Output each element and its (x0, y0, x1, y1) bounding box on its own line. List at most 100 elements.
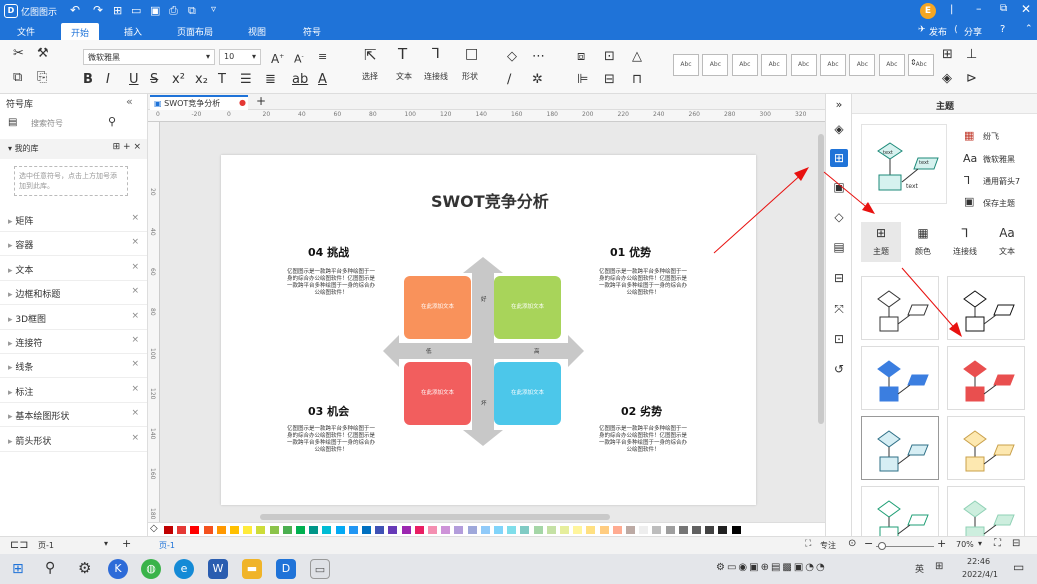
palette-color[interactable] (626, 526, 635, 534)
palette-color[interactable] (692, 526, 701, 534)
focus-mode-button[interactable]: 专注 (820, 540, 836, 551)
shape-tool-label[interactable]: 形状 (462, 71, 478, 82)
palette-color[interactable] (573, 526, 583, 534)
system-tray-icons[interactable]: ⚙▭◉▣⊕▤▩▣◔◔ (716, 562, 827, 573)
palette-color[interactable] (599, 526, 609, 534)
my-library-header[interactable]: ▾ 我的库 ⊞ + × (0, 139, 147, 159)
save-theme-button[interactable]: 保存主题 (983, 198, 1015, 209)
bold-icon[interactable]: B (83, 73, 93, 87)
quadrant-body-opportunities[interactable]: 亿图图示是一款跨平台多种绘图于一身的综合办公绘图软件！亿图图示是一款跨平台多种绘… (285, 426, 377, 454)
palette-color[interactable] (678, 526, 688, 534)
remove-library-icon[interactable]: × (131, 262, 139, 272)
quadrant-body-strengths[interactable]: 亿图图示是一款跨平台多种绘图于一身的综合办公绘图软件！亿图图示是一款跨平台多种绘… (597, 269, 689, 297)
style-swatch[interactable]: Abc (731, 54, 758, 76)
restore-icon[interactable]: ⧉ (1000, 3, 1007, 14)
expand-panel-icon[interactable]: » (830, 96, 848, 114)
zoom-level[interactable]: 70% (956, 540, 974, 549)
library-item[interactable]: ▸ 箭头形状 × (0, 428, 147, 452)
play-icon[interactable]: ⊙ (848, 538, 856, 549)
decrease-font-icon[interactable]: A- (294, 50, 304, 67)
align-icon[interactable]: ≡ (318, 50, 327, 64)
style-swatch[interactable]: Abc (878, 54, 905, 76)
library-item[interactable]: ▸ 标注 × (0, 379, 147, 403)
library-item[interactable]: ▸ 线条 × (0, 354, 147, 379)
undo-icon[interactable]: ↶ (70, 3, 80, 17)
ime-indicator[interactable]: 英 (915, 562, 924, 575)
palette-color[interactable] (665, 526, 675, 534)
library-item[interactable]: ▸ 矩阵 × (0, 208, 147, 232)
style-swatch[interactable]: Abc (849, 54, 876, 76)
keyboard-icon[interactable]: ⊞ (935, 561, 943, 572)
data-icon[interactable]: ⊟ (830, 269, 848, 287)
tab-view[interactable]: 视图 (248, 25, 266, 38)
line-style-icon[interactable]: ⋯ (532, 50, 545, 64)
quadrant-heading-opportunities[interactable]: 03 机会 (308, 403, 349, 419)
insert-icon[interactable]: ⊥ (966, 48, 977, 62)
palette-color[interactable] (467, 526, 477, 534)
connector-name[interactable]: 通用箭头7 (983, 176, 1020, 187)
palette-color[interactable] (177, 526, 187, 534)
tab-color[interactable]: ▦ 颜色 (903, 222, 943, 262)
open-icon[interactable]: ▭ (131, 4, 141, 17)
document-tab[interactable]: ▣ SWOT竞争分析 ● (150, 95, 248, 110)
theme-option[interactable] (861, 346, 939, 410)
palette-color[interactable] (652, 526, 662, 534)
search-icon[interactable]: ⚲ (45, 560, 55, 576)
palette-color[interactable] (480, 526, 490, 534)
group-icon[interactable]: ⊡ (604, 50, 615, 64)
text-tool-label[interactable]: 文本 (396, 71, 412, 82)
remove-library-icon[interactable]: × (131, 359, 139, 369)
collapse-panel-icon[interactable]: « (126, 95, 133, 108)
quadrant-box-opportunities[interactable]: 在此添加文本 (404, 362, 471, 425)
library-item[interactable]: ▸ 连接符 × (0, 330, 147, 354)
more-icon[interactable]: ⊳ (966, 72, 977, 86)
windows-start-icon[interactable]: ⊞ (12, 561, 24, 577)
connector-style-icon[interactable]: ⤧ (830, 300, 848, 318)
remove-library-icon[interactable]: × (131, 286, 139, 296)
line-color-icon[interactable]: ∕ (507, 73, 511, 87)
palette-color[interactable] (428, 526, 437, 534)
publish-button[interactable]: 发布 (929, 25, 947, 38)
publish-icon[interactable]: ✈ (918, 25, 926, 35)
page-setup-icon[interactable]: ▤ (830, 238, 848, 256)
page-layout-icon[interactable]: ⊏⊐ (10, 538, 28, 551)
page-tab[interactable]: 页-1 (159, 540, 175, 551)
flip-icon[interactable]: △ (632, 50, 642, 64)
format-icon[interactable]: ◈ (942, 72, 952, 86)
screen-icon[interactable]: ▭ (310, 559, 330, 579)
tab-theme[interactable]: ⊞ 主题 (861, 222, 901, 262)
app-k-icon[interactable]: K (108, 559, 128, 579)
edraw-icon[interactable]: D (276, 559, 296, 579)
remove-library-icon[interactable]: × (131, 408, 139, 418)
export-icon[interactable]: ⧉ (188, 4, 196, 18)
palette-color[interactable] (441, 526, 451, 534)
chevron-down-icon[interactable]: ▾ (104, 539, 108, 548)
text-tool-icon[interactable]: T (398, 47, 407, 62)
subscript-icon[interactable]: x₂ (195, 73, 208, 87)
library-item[interactable]: ▸ 边框和标题 × (0, 281, 147, 306)
palette-color[interactable] (612, 526, 622, 534)
palette-color[interactable] (256, 526, 266, 534)
color-scheme-name[interactable]: 纷飞 (983, 131, 999, 142)
font-size-select[interactable]: 10 ▾ (219, 49, 261, 65)
tab-insert[interactable]: 插入 (124, 25, 142, 38)
italic-icon[interactable]: I (106, 73, 110, 87)
quadrant-body-weaknesses[interactable]: 亿图图示是一款跨平台多种绘图于一身的综合办公绘图软件！亿图图示是一款跨平台多种绘… (597, 426, 689, 454)
library-item[interactable]: ▸ 基本绘图形状 × (0, 403, 147, 428)
palette-color[interactable] (731, 526, 741, 534)
palette-color[interactable] (533, 526, 543, 534)
tab-text[interactable]: Aa 文本 (987, 222, 1027, 262)
quadrant-box-weaknesses[interactable]: 在此添加文本 (494, 362, 561, 425)
wechat-icon[interactable]: ◍ (141, 559, 161, 579)
help-icon[interactable]: ? (1000, 24, 1005, 35)
palette-color[interactable] (401, 526, 411, 534)
palette-color[interactable] (322, 526, 332, 534)
palette-color[interactable] (414, 526, 424, 534)
underline-icon[interactable]: U (129, 73, 139, 87)
page-selector[interactable]: 页-1 (38, 540, 54, 551)
remove-library-icon[interactable]: × (131, 213, 139, 223)
remove-library-icon[interactable]: × (131, 311, 139, 321)
clock-time[interactable]: 22:46 (967, 557, 990, 566)
distribute-icon[interactable]: ⊟ (604, 73, 615, 87)
palette-color[interactable] (348, 526, 358, 534)
